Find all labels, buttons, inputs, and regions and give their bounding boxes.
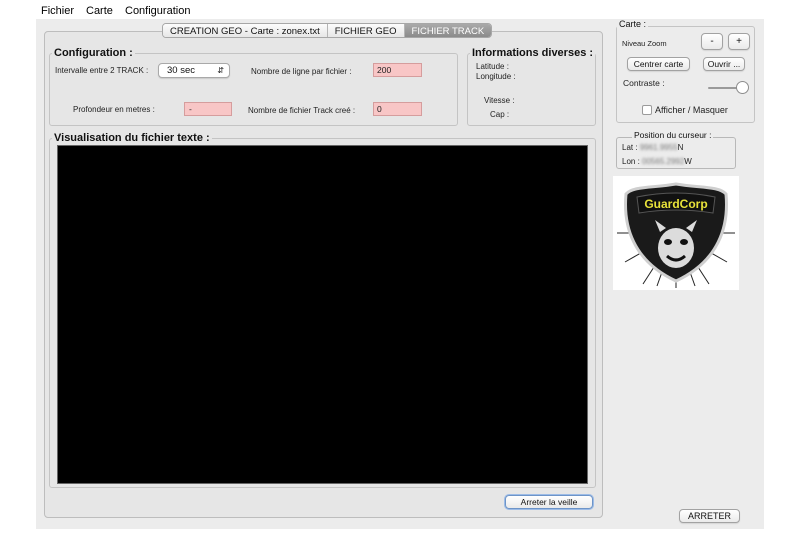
tab-fichier-track[interactable]: FICHIER TRACK xyxy=(404,24,492,37)
cursor-lat-label: Lat : xyxy=(622,143,638,152)
tab-creation-geo[interactable]: CREATION GEO - Carte : zonex.txt xyxy=(163,24,328,37)
cursor-lat-suffix: N xyxy=(677,143,684,152)
tab-bar: CREATION GEO - Carte : zonex.txt FICHIER… xyxy=(162,23,493,38)
viewer-legend: Visualisation du fichier texte : xyxy=(52,132,212,144)
depth-field[interactable]: - xyxy=(184,102,232,116)
speed-label: Vitesse : xyxy=(484,96,515,105)
lines-per-file-label: Nombre de ligne par fichier : xyxy=(251,67,352,76)
menu-bar: Fichier Carte Configuration xyxy=(0,0,800,19)
zoom-label: Niveau Zoom xyxy=(622,39,667,48)
lines-per-file-field[interactable]: 200 xyxy=(373,63,422,77)
logo-text: GuardCorp xyxy=(644,197,708,211)
longitude-label: Longitude : xyxy=(476,72,516,81)
tab-fichier-geo[interactable]: FICHIER GEO xyxy=(327,24,405,37)
interval-label: Intervalle entre 2 TRACK : xyxy=(55,66,149,75)
contrast-slider-thumb[interactable] xyxy=(735,81,749,94)
updown-arrows-icon: ⇵ xyxy=(217,66,224,75)
guardcorp-logo-image xyxy=(617,182,735,288)
cursor-lon-suffix: W xyxy=(684,157,692,166)
stop-watch-button[interactable]: Arreter la veille xyxy=(505,495,593,509)
infos-legend: Informations diverses : xyxy=(470,47,596,59)
latitude-label: Latitude : xyxy=(476,62,509,71)
menu-carte[interactable]: Carte xyxy=(86,5,113,17)
center-map-button[interactable]: Centrer carte xyxy=(627,57,690,71)
carte-legend: Carte : xyxy=(617,19,649,29)
interval-select-value: 30 sec xyxy=(167,65,195,76)
configuration-legend: Configuration : xyxy=(52,47,135,59)
cursor-lon: Lon : 00565.2992W xyxy=(622,157,692,166)
heading-label: Cap : xyxy=(490,110,510,119)
cursor-lat: Lat : 9961.9955N xyxy=(622,143,683,152)
toggle-label: Afficher / Masquer xyxy=(655,105,728,115)
cursor-lon-value: 00565.2992 xyxy=(642,157,685,166)
toggle-checkbox[interactable] xyxy=(642,105,652,115)
open-map-button[interactable]: Ouvrir ... xyxy=(703,57,745,71)
track-count-label: Nombre de fichier Track creé : xyxy=(248,106,356,115)
cursor-lat-value: 9961.9955 xyxy=(639,143,678,152)
contrast-label: Contraste : xyxy=(623,78,665,88)
interval-select[interactable]: 30 sec ⇵ xyxy=(158,63,230,78)
zoom-in-button[interactable]: + xyxy=(728,33,750,50)
stop-button[interactable]: ARRETER xyxy=(679,509,740,523)
cursor-legend: Position du curseur : xyxy=(632,130,714,140)
text-file-viewer[interactable] xyxy=(57,145,588,484)
zoom-out-button[interactable]: - xyxy=(701,33,723,50)
depth-label: Profondeur en metres : xyxy=(73,105,155,114)
menu-configuration[interactable]: Configuration xyxy=(125,5,190,17)
guardcorp-logo: GuardCorp xyxy=(613,176,739,290)
cursor-lon-label: Lon : xyxy=(622,157,640,166)
menu-fichier[interactable]: Fichier xyxy=(41,5,74,17)
track-count-field[interactable]: 0 xyxy=(373,102,422,116)
